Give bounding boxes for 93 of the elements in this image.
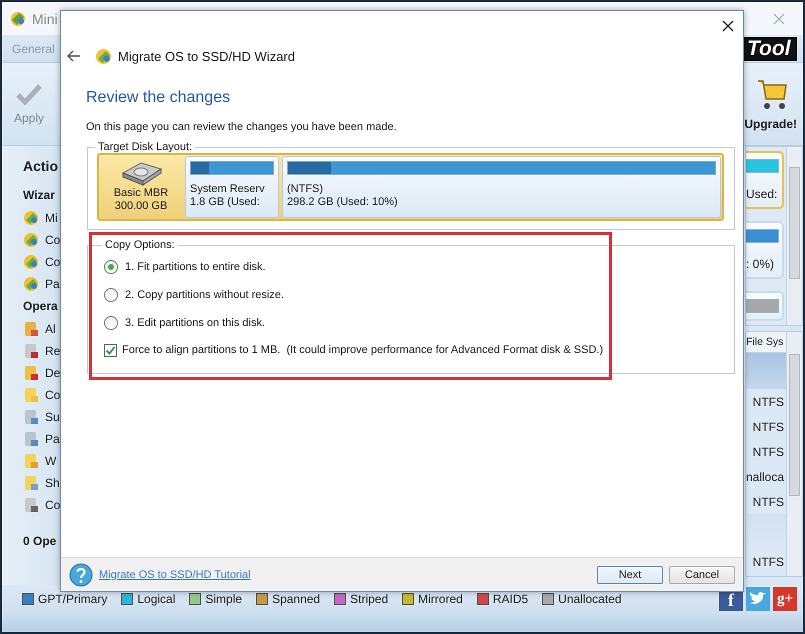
sidebar-item[interactable]: Mi xyxy=(45,211,58,225)
disk-row[interactable]: Basic MBR 300.00 GB System Reserv 1.8 GB (Used: (NTFS) 298.2 GB (Used: 10%) xyxy=(97,153,724,221)
logo: Tool xyxy=(741,36,797,60)
table-cell: nalloca xyxy=(746,470,784,484)
document-icon xyxy=(23,409,39,425)
document-icon xyxy=(23,431,39,447)
orb-icon xyxy=(23,254,39,270)
scrollbar[interactable] xyxy=(786,332,802,576)
orb-icon xyxy=(23,276,39,292)
table-cell: NTFS xyxy=(752,394,784,408)
partition-label: (NTFS) xyxy=(287,183,324,196)
sidebar-item[interactable]: Sh xyxy=(45,476,60,490)
sidebar-item[interactable]: Pa xyxy=(45,277,60,291)
radio-button[interactable] xyxy=(104,316,118,330)
document-icon xyxy=(23,365,39,381)
legend-label: Spanned xyxy=(272,592,320,606)
cancel-button[interactable]: Cancel xyxy=(669,566,735,584)
usage-text: Used: xyxy=(746,187,778,201)
document-icon xyxy=(23,475,39,491)
document-icon xyxy=(23,321,39,337)
table-row[interactable]: NTFS xyxy=(746,489,786,514)
legend-label: GPT/Primary xyxy=(38,592,108,606)
orb-icon xyxy=(95,48,112,64)
legend-label: Simple xyxy=(205,592,242,606)
panel-title: Actio xyxy=(23,157,59,176)
table-cell: NTFS xyxy=(752,494,784,508)
document-icon xyxy=(23,387,39,403)
description-text: On this page you can review the changes you have been made. xyxy=(86,121,398,135)
group-label: Target Disk Layout: xyxy=(97,141,194,153)
table-cell: NTFS xyxy=(752,554,784,568)
group-label: Copy Options: xyxy=(104,239,176,251)
bird-icon[interactable] xyxy=(746,586,770,610)
table-cell: NTFS xyxy=(752,420,784,434)
pending-label: 0 Ope xyxy=(23,533,58,550)
partition-detail: 1.8 GB (Used: xyxy=(190,196,261,209)
table-row[interactable]: NTFS xyxy=(746,439,786,464)
sidebar-item[interactable]: Co xyxy=(45,233,60,247)
sidebar-item[interactable]: Re xyxy=(45,344,60,358)
disk-card[interactable]: Used: xyxy=(746,151,784,209)
disk-card[interactable] xyxy=(746,291,784,321)
checkbox-label[interactable]: Force to align partitions to 1 MB. (It could improve performance for Advanced Format disk & SSD.) xyxy=(122,344,604,356)
disk-name: Basic MBR xyxy=(114,187,168,200)
legend-label: Striped xyxy=(350,592,388,606)
table-cell: NTFS xyxy=(752,444,784,458)
radio-button[interactable] xyxy=(104,288,118,302)
partition-card[interactable]: System Reserv 1.8 GB (Used: xyxy=(185,156,279,218)
legend-label: Logical xyxy=(137,592,176,606)
orb-icon xyxy=(23,232,39,248)
upgrade-button[interactable]: Upgrade! xyxy=(744,77,797,131)
option-label[interactable]: 2. Copy partitions without resize. xyxy=(125,289,284,301)
disk-card[interactable]: : 0%) xyxy=(746,221,784,279)
partition-label: System Reserv xyxy=(190,183,266,196)
table-row[interactable]: NTFS xyxy=(746,389,786,414)
scrollbar[interactable] xyxy=(786,147,802,325)
column-header[interactable]: File Sys xyxy=(746,332,786,353)
sidebar-item[interactable]: Su xyxy=(45,410,60,424)
section-title: Wizar xyxy=(23,187,56,204)
sidebar-item[interactable]: Co xyxy=(45,255,60,269)
page-heading: Review the changes xyxy=(86,89,232,108)
document-icon xyxy=(23,497,39,513)
document-icon xyxy=(23,343,39,359)
sidebar-item[interactable]: W xyxy=(45,454,56,468)
legend-label: RAID5 xyxy=(492,592,528,606)
partition-detail: 298.2 GB (Used: 10%) xyxy=(287,196,399,209)
sidebar-item[interactable]: Co xyxy=(45,498,60,512)
sidebar-item[interactable]: Pa xyxy=(45,432,60,446)
usage-text: : 0%) xyxy=(746,257,776,271)
window-title: Mini xyxy=(32,10,58,26)
option-label[interactable]: 3. Edit partitions on this disk. xyxy=(125,317,266,329)
next-button[interactable]: Next xyxy=(597,566,663,584)
partition-card[interactable]: (NTFS) 298.2 GB (Used: 10%) xyxy=(282,156,721,218)
document-icon xyxy=(23,453,39,469)
sidebar-item[interactable]: Co xyxy=(45,388,60,402)
table-row[interactable]: nalloca xyxy=(746,464,786,489)
google-plus-button[interactable]: g+ xyxy=(773,586,797,610)
app-icon xyxy=(10,10,26,26)
sidebar-item[interactable]: De xyxy=(45,366,60,380)
section-title: Opera xyxy=(23,298,59,315)
table-row[interactable]: NTFS xyxy=(746,414,786,439)
radio-button[interactable] xyxy=(104,260,118,274)
checkmark-icon xyxy=(16,83,42,105)
disk-size: 300.00 GB xyxy=(114,200,168,213)
legend-label: Unallocated xyxy=(558,592,622,606)
option-label[interactable]: 1. Fit partitions to entire disk. xyxy=(125,261,266,273)
dialog-title: Migrate OS to SSD/HD Wizard xyxy=(118,48,295,64)
legend-label: Mirrored xyxy=(418,592,463,606)
orb-icon xyxy=(23,210,39,226)
close-icon[interactable] xyxy=(722,20,734,32)
tutorial-link[interactable]: Migrate OS to SSD/HD Tutorial xyxy=(99,568,251,580)
checkbox[interactable] xyxy=(104,344,117,356)
help-icon xyxy=(69,562,93,586)
table-row[interactable]: NTFS xyxy=(746,549,786,574)
sidebar-item[interactable]: Al xyxy=(45,322,56,336)
